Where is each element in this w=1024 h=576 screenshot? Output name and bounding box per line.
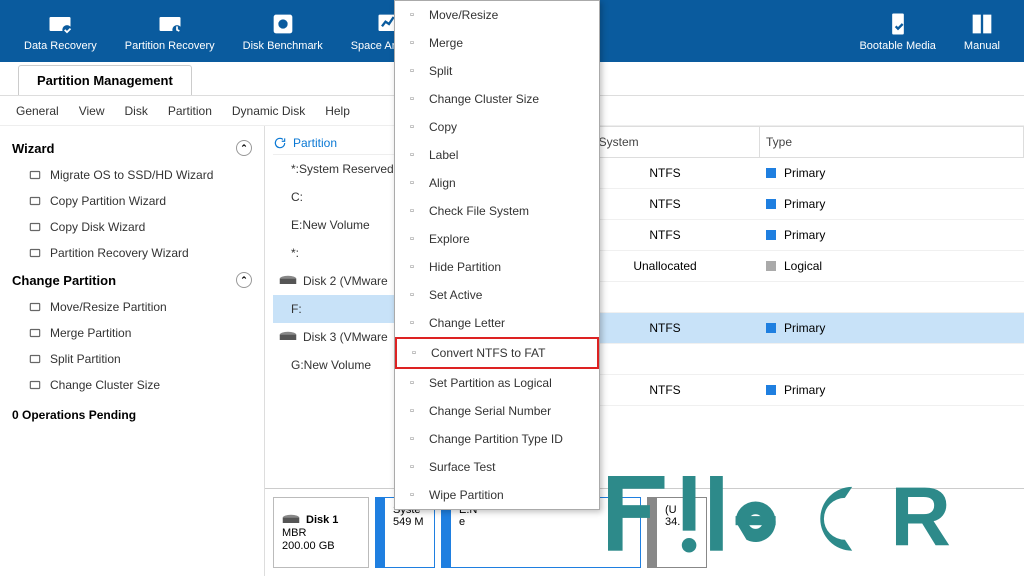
- partition-recovery-button[interactable]: Partition Recovery: [111, 6, 229, 56]
- action-icon: ▫: [405, 64, 419, 78]
- ctx-move-resize[interactable]: ▫Move/Resize: [395, 1, 599, 29]
- tree-partition[interactable]: F:: [273, 295, 400, 323]
- disk-segment[interactable]: (U 34.: [647, 497, 707, 568]
- action-icon: ▫: [405, 460, 419, 474]
- ctx-merge[interactable]: ▫Merge: [395, 29, 599, 57]
- col-header-type[interactable]: Type: [760, 127, 1024, 157]
- ctx-split[interactable]: ▫Split: [395, 57, 599, 85]
- ctx-wipe-partition[interactable]: ▫Wipe Partition: [395, 481, 599, 509]
- disk-benchmark-icon: [269, 10, 297, 38]
- disk-icon: [282, 514, 300, 526]
- ctx-change-partition-type-id[interactable]: ▫Change Partition Type ID: [395, 425, 599, 453]
- menu-partition[interactable]: Partition: [168, 104, 212, 118]
- ctx-set-active[interactable]: ▫Set Active: [395, 281, 599, 309]
- action-icon: ▫: [405, 8, 419, 22]
- action-icon: ▫: [405, 204, 419, 218]
- action-icon: ▫: [405, 432, 419, 446]
- action-icon: ▫: [405, 148, 419, 162]
- chevron-up-icon: ⌃: [236, 272, 252, 288]
- menu-disk[interactable]: Disk: [125, 104, 148, 118]
- label: Disk Benchmark: [243, 40, 323, 52]
- sidebar-item[interactable]: Merge Partition: [12, 320, 252, 346]
- sidebar: Wizard ⌃ Migrate OS to SSD/HD WizardCopy…: [0, 126, 265, 576]
- sidebar-item[interactable]: Partition Recovery Wizard: [12, 240, 252, 266]
- tree-header[interactable]: Partition: [273, 132, 400, 155]
- sidebar-item[interactable]: Copy Disk Wizard: [12, 214, 252, 240]
- ctx-set-partition-as-logical[interactable]: ▫Set Partition as Logical: [395, 369, 599, 397]
- data-recovery-button[interactable]: Data Recovery: [10, 6, 111, 56]
- menu-view[interactable]: View: [79, 104, 105, 118]
- ctx-change-cluster-size[interactable]: ▫Change Cluster Size: [395, 85, 599, 113]
- partition-color-icon: [766, 323, 776, 333]
- change-partition-group-title[interactable]: Change Partition ⌃: [12, 266, 252, 294]
- disk-map: Disk 1 MBR 200.00 GB Syste 549 M E:N e (…: [265, 488, 1024, 576]
- tree-disk[interactable]: Disk 2 (VMware: [273, 267, 400, 295]
- tab-partition-management[interactable]: Partition Management: [18, 65, 192, 95]
- ctx-convert-ntfs-to-fat[interactable]: ▫Convert NTFS to FAT: [395, 337, 599, 369]
- action-icon: ▫: [405, 316, 419, 330]
- partition-color-icon: [766, 168, 776, 178]
- bootable-media-button[interactable]: Bootable Media: [845, 6, 949, 56]
- action-icon: ▫: [405, 288, 419, 302]
- sidebar-item[interactable]: Change Cluster Size: [12, 372, 252, 398]
- ctx-surface-test[interactable]: ▫Surface Test: [395, 453, 599, 481]
- action-icon: ▫: [405, 488, 419, 502]
- tree-disk[interactable]: Disk 3 (VMware: [273, 323, 400, 351]
- chevron-up-icon: ⌃: [236, 140, 252, 156]
- action-icon: ▫: [405, 120, 419, 134]
- wizard-group-title[interactable]: Wizard ⌃: [12, 134, 252, 162]
- action-icon: ▫: [405, 232, 419, 246]
- sidebar-item[interactable]: Migrate OS to SSD/HD Wizard: [12, 162, 252, 188]
- ctx-label[interactable]: ▫Label: [395, 141, 599, 169]
- ctx-change-serial-number[interactable]: ▫Change Serial Number: [395, 397, 599, 425]
- tree-partition[interactable]: *:: [273, 239, 400, 267]
- menu-help[interactable]: Help: [325, 104, 350, 118]
- action-icon: ▫: [405, 176, 419, 190]
- partition-recovery-icon: [156, 10, 184, 38]
- menu-general[interactable]: General: [16, 104, 59, 118]
- content-area: Partition *:System ReservedC:E:New Volum…: [265, 126, 1024, 576]
- disk-info-box[interactable]: Disk 1 MBR 200.00 GB: [273, 497, 369, 568]
- tree-partition[interactable]: E:New Volume: [273, 211, 400, 239]
- sidebar-item[interactable]: Move/Resize Partition: [12, 294, 252, 320]
- tree-partition[interactable]: C:: [273, 183, 400, 211]
- label: Bootable Media: [859, 40, 935, 52]
- label: Partition Recovery: [125, 40, 215, 52]
- action-icon: ▫: [405, 36, 419, 50]
- partition-color-icon: [766, 261, 776, 271]
- partition-color-icon: [766, 199, 776, 209]
- tree-partition[interactable]: G:New Volume: [273, 351, 400, 379]
- ctx-hide-partition[interactable]: ▫Hide Partition: [395, 253, 599, 281]
- sidebar-item[interactable]: Split Partition: [12, 346, 252, 372]
- label: Manual: [964, 40, 1000, 52]
- ctx-check-file-system[interactable]: ▫Check File System: [395, 197, 599, 225]
- tree-partition[interactable]: *:System Reserved: [273, 155, 400, 183]
- action-icon: ▫: [405, 260, 419, 274]
- action-icon: ▫: [405, 92, 419, 106]
- context-menu: ▫Move/Resize▫Merge▫Split▫Change Cluster …: [394, 0, 600, 510]
- data-recovery-icon: [46, 10, 74, 38]
- menu-dynamic-disk[interactable]: Dynamic Disk: [232, 104, 305, 118]
- ctx-change-letter[interactable]: ▫Change Letter: [395, 309, 599, 337]
- manual-button[interactable]: Manual: [950, 6, 1014, 56]
- refresh-icon: [273, 136, 287, 150]
- manual-icon: [968, 10, 996, 38]
- bootable-media-icon: [884, 10, 912, 38]
- operations-pending: 0 Operations Pending: [12, 398, 252, 432]
- disk-benchmark-button[interactable]: Disk Benchmark: [229, 6, 337, 56]
- partition-color-icon: [766, 230, 776, 240]
- ctx-explore[interactable]: ▫Explore: [395, 225, 599, 253]
- action-icon: ▫: [405, 376, 419, 390]
- action-icon: ▫: [405, 404, 419, 418]
- ctx-copy[interactable]: ▫Copy: [395, 113, 599, 141]
- ctx-align[interactable]: ▫Align: [395, 169, 599, 197]
- sidebar-item[interactable]: Copy Partition Wizard: [12, 188, 252, 214]
- action-icon: ▫: [407, 346, 421, 360]
- label: Data Recovery: [24, 40, 97, 52]
- partition-color-icon: [766, 385, 776, 395]
